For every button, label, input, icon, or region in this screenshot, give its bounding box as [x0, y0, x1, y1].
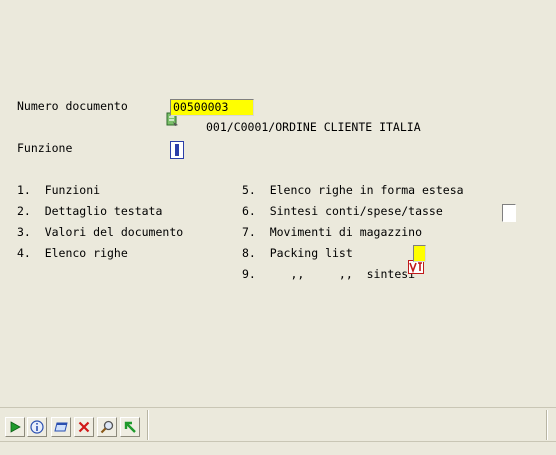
menu-item-6: 6. Sintesi conti/spese/tasse: [242, 204, 443, 218]
delete-icon[interactable]: [74, 417, 94, 437]
lookup-icon[interactable]: [151, 98, 178, 126]
menu-item-3: 3. Valori del documento: [17, 225, 184, 239]
toolbar: [0, 407, 556, 441]
status-strip: [0, 441, 556, 455]
numero-documento-input[interactable]: 00500003: [170, 99, 254, 116]
packing-list-input[interactable]: [413, 245, 426, 262]
menu-item-9: 9. ,, ,, sintesi: [242, 267, 416, 281]
funzione-input[interactable]: [170, 141, 184, 159]
play-icon[interactable]: [5, 417, 25, 437]
menu-item-1: 1. Funzioni: [17, 183, 101, 197]
sintesi-checkbox[interactable]: [502, 204, 516, 222]
numero-documento-label: Numero documento: [17, 99, 128, 113]
menu-item-7: 7. Movimenti di magazzino: [242, 225, 423, 239]
menu-item-8: 8. Packing list: [242, 246, 353, 260]
menu-item-4: 4. Elenco righe: [17, 246, 128, 260]
menu-item-2: 2. Dettaglio testata: [17, 204, 163, 218]
document-description: 001/C0001/ORDINE CLIENTE ITALIA: [206, 120, 421, 134]
back-icon[interactable]: [120, 417, 140, 437]
info-icon[interactable]: [27, 417, 47, 437]
search-icon[interactable]: [97, 417, 117, 437]
packing-list-icon[interactable]: [394, 245, 424, 274]
window-icon[interactable]: [51, 417, 71, 437]
menu-item-5: 5. Elenco righe in forma estesa: [242, 183, 464, 197]
funzione-label: Funzione: [17, 141, 73, 155]
